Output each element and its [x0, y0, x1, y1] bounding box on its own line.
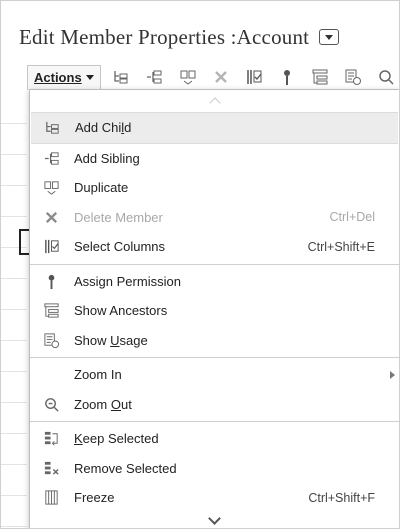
toolbar-show-usage-button[interactable]	[341, 65, 366, 89]
menu-scroll-down[interactable]	[30, 509, 399, 528]
toolbar-add-child-button[interactable]	[109, 65, 134, 89]
toolbar-select-columns-button[interactable]	[241, 65, 266, 89]
menu-item-label: Zoom In	[74, 367, 122, 383]
show-ancestors-icon	[42, 302, 60, 320]
menu-item-shortcut: Ctrl+Shift+F	[308, 490, 375, 505]
assign-permission-icon	[283, 70, 290, 85]
background-grid	[1, 93, 27, 528]
add-sibling-icon	[147, 70, 162, 84]
toolbar-add-sibling-button[interactable]	[142, 65, 167, 89]
menu-item-label: Assign Permission	[74, 273, 181, 289]
toolbar-duplicate-button[interactable]	[175, 65, 200, 89]
page-title: Edit Member Properties :Account	[19, 24, 310, 49]
toolbar-zoom-button[interactable]	[374, 65, 399, 89]
duplicate-icon	[42, 179, 60, 197]
menu-separator	[30, 357, 399, 358]
toolbar: Actions	[27, 64, 399, 90]
menu-item-label: Zoom Out	[74, 396, 132, 412]
menu-item-label: Show Ancestors	[74, 303, 168, 319]
menu-item-shortcut: Ctrl+Shift+E	[307, 239, 375, 254]
actions-label: Actions	[34, 70, 82, 85]
submenu-arrow-icon	[390, 370, 395, 379]
menu-item-add-sibling[interactable]: Add Sibling	[30, 144, 399, 174]
menu-body: Add Child Add Sibling Duplicate Delete Memb…	[30, 112, 399, 513]
duplicate-icon	[180, 70, 196, 85]
menu-item-label: Add Sibling	[74, 150, 140, 166]
zoom-out-icon	[42, 395, 60, 413]
chevron-down-icon	[208, 511, 221, 525]
assign-permission-icon	[42, 272, 60, 290]
show-usage-icon	[42, 331, 60, 349]
toolbar-show-ancestors-button[interactable]	[308, 65, 333, 89]
toolbar-assign-permission-button[interactable]	[274, 65, 299, 89]
dialog-frame: Edit Member Properties :Account Actions	[0, 0, 400, 529]
zoom-icon	[379, 70, 394, 85]
menu-item-show-ancestors[interactable]: Show Ancestors	[30, 296, 399, 326]
toolbar-delete-button[interactable]	[208, 65, 233, 89]
menu-item-keep-selected[interactable]: Keep Selected	[30, 424, 399, 454]
actions-menu-button[interactable]: Actions	[27, 64, 101, 90]
menu-item-label: Add Child	[75, 120, 132, 136]
menu-item-duplicate[interactable]: Duplicate	[30, 173, 399, 203]
select-columns-icon	[247, 70, 262, 84]
menu-item-label: Keep Selected	[74, 431, 159, 447]
menu-item-remove-selected[interactable]: Remove Selected	[30, 454, 399, 484]
menu-item-show-usage[interactable]: Show Usage	[30, 326, 399, 356]
menu-item-delete-member: Delete Member Ctrl+Del	[30, 203, 399, 233]
menu-item-label: Freeze	[74, 490, 115, 506]
remove-selected-icon	[42, 459, 60, 477]
menu-item-label: Show Usage	[74, 332, 148, 348]
menu-item-select-columns[interactable]: Select Columns Ctrl+Shift+E	[30, 232, 399, 262]
keep-selected-icon	[42, 430, 60, 448]
menu-item-label: Remove Selected	[74, 460, 177, 476]
menu-item-assign-permission[interactable]: Assign Permission	[30, 267, 399, 297]
actions-menu: Add Child Add Sibling Duplicate Delete Memb…	[29, 89, 399, 528]
menu-item-add-child[interactable]: Add Child	[31, 112, 398, 144]
title-menu-button[interactable]	[319, 29, 340, 45]
menu-item-zoom-in[interactable]: Zoom In	[30, 360, 399, 390]
menu-separator	[30, 421, 399, 422]
chevron-down-icon	[85, 75, 94, 80]
delete-icon	[42, 208, 60, 226]
add-child-icon	[43, 119, 61, 137]
menu-item-shortcut: Ctrl+Del	[329, 210, 376, 225]
add-child-icon	[114, 71, 128, 84]
title-row: Edit Member Properties :Account	[19, 23, 340, 51]
menu-item-label: Duplicate	[74, 180, 129, 196]
dropdown-menu-icon	[325, 34, 334, 40]
menu-item-label: Select Columns	[74, 239, 166, 255]
menu-separator	[30, 263, 399, 265]
add-sibling-icon	[42, 149, 60, 167]
show-usage-icon	[345, 69, 362, 85]
delete-icon	[214, 71, 227, 83]
menu-item-zoom-out[interactable]: Zoom Out	[30, 390, 399, 420]
chevron-up-icon	[208, 97, 221, 109]
select-columns-icon	[42, 238, 60, 256]
show-ancestors-icon	[312, 69, 328, 85]
menu-scroll-up[interactable]	[30, 90, 399, 112]
freeze-icon	[42, 489, 60, 507]
menu-item-label: Delete Member	[74, 209, 163, 225]
